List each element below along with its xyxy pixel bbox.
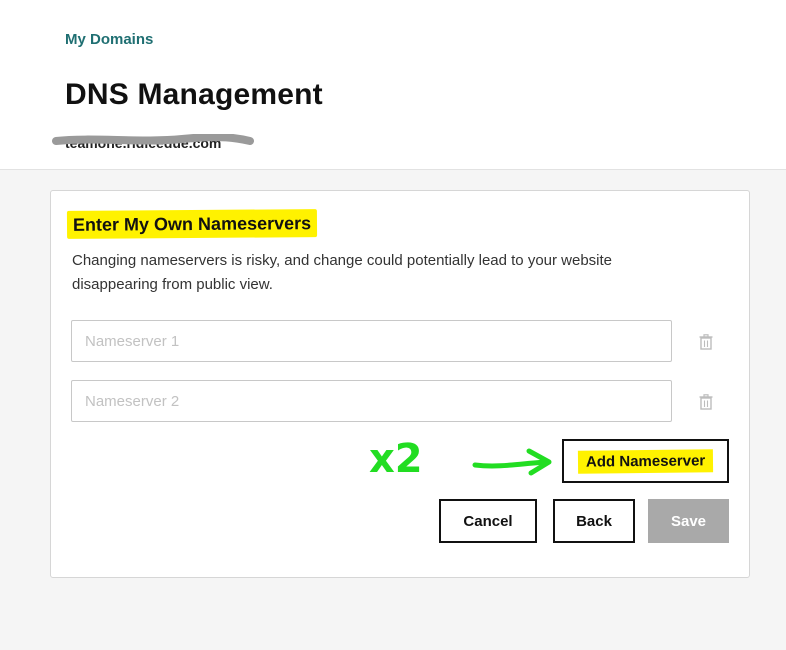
nameservers-card: Enter My Own Nameservers Changing namese…: [50, 190, 750, 578]
annotation-text: x2: [369, 436, 423, 482]
add-nameserver-button[interactable]: Add Nameserver: [562, 439, 729, 483]
trash-icon[interactable]: [696, 332, 716, 352]
breadcrumb-my-domains[interactable]: My Domains: [65, 31, 153, 48]
nameserver-2-input[interactable]: [71, 380, 672, 422]
save-button[interactable]: Save: [648, 499, 729, 543]
card-heading: Enter My Own Nameservers: [72, 213, 312, 235]
page-title: DNS Management: [65, 78, 323, 111]
redaction-scribble: [52, 134, 254, 145]
nameserver-1-input[interactable]: [71, 320, 672, 362]
trash-icon[interactable]: [696, 392, 716, 412]
page-header: My Domains DNS Management teamone.ridlee…: [0, 0, 786, 170]
annotation-x2-arrow: x2: [369, 436, 552, 482]
heading-highlight: Enter My Own Nameservers: [66, 209, 318, 239]
warning-description: Changing nameservers is risky, and chang…: [72, 252, 613, 293]
add-nameserver-label: Add Nameserver: [577, 448, 714, 474]
cancel-button[interactable]: Cancel: [439, 499, 537, 543]
back-button[interactable]: Back: [553, 499, 635, 543]
